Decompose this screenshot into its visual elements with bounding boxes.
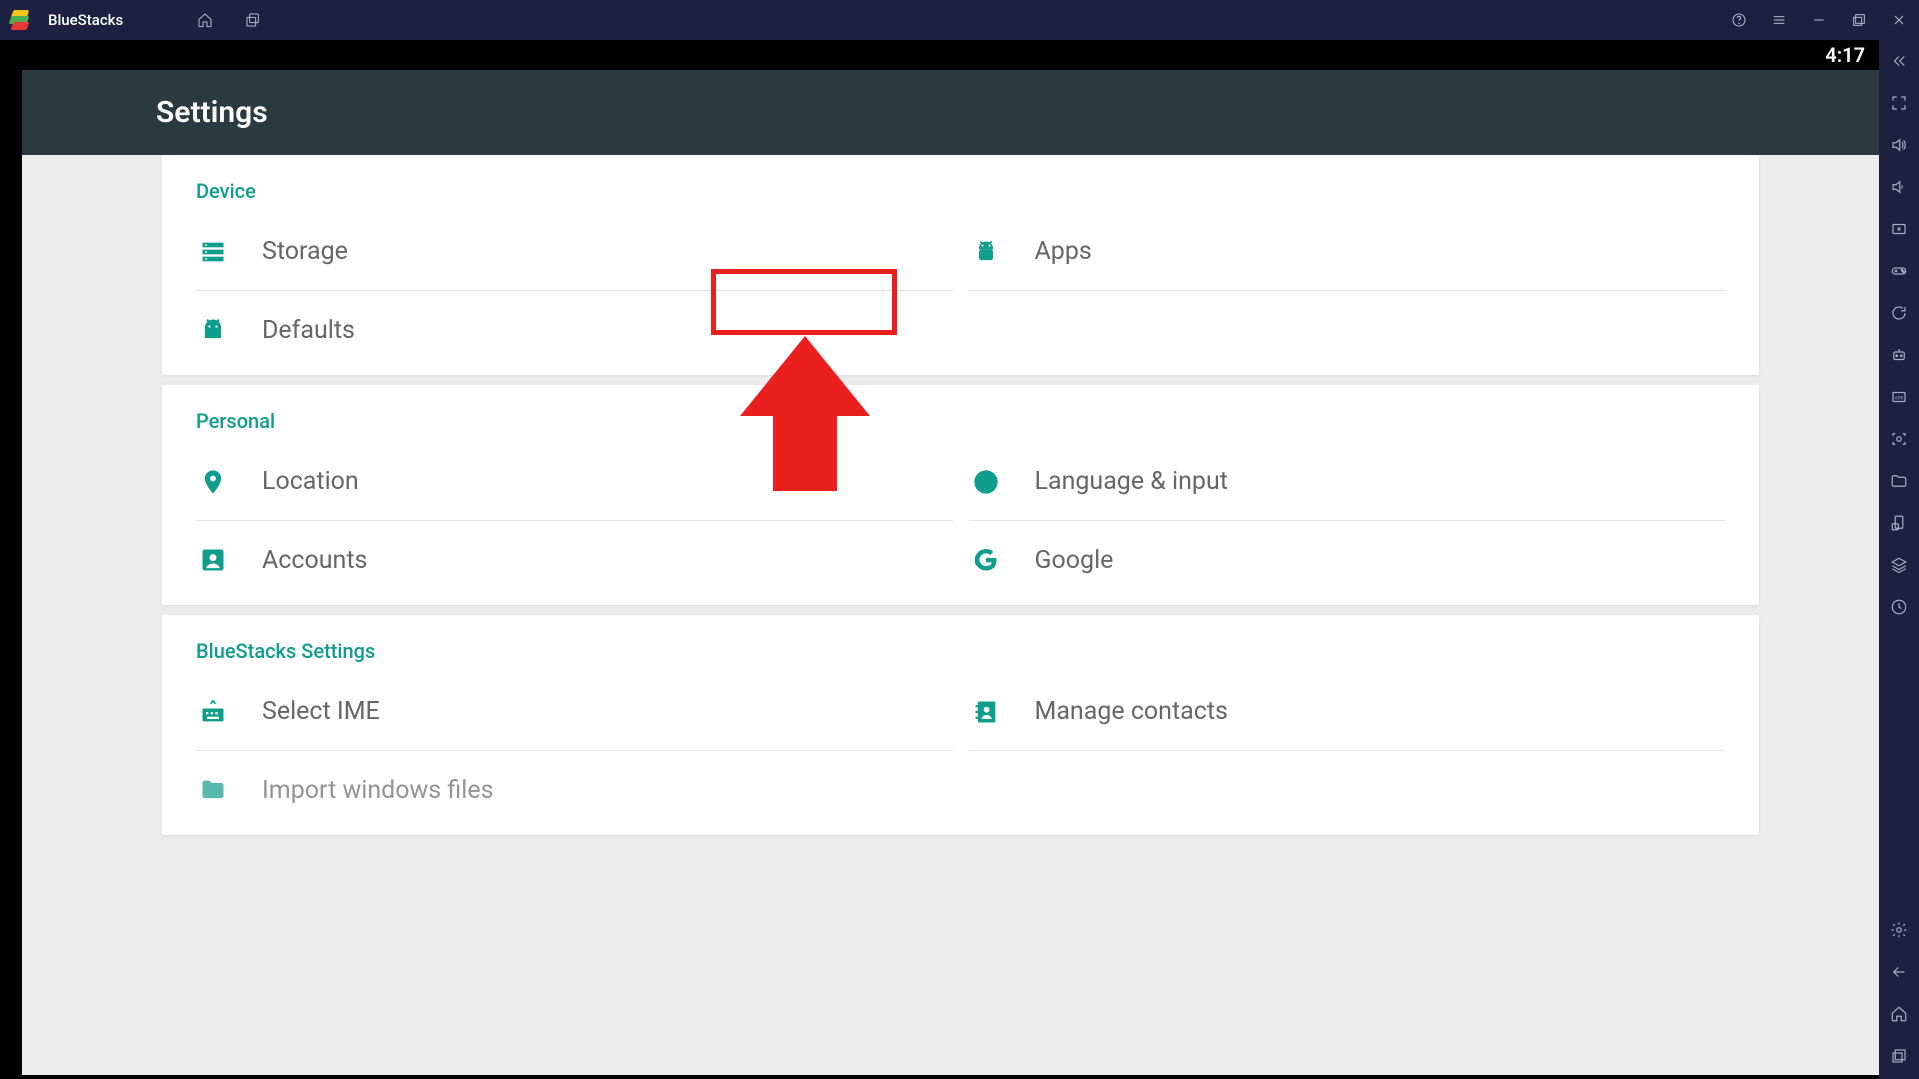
back-arrow-icon[interactable] <box>1888 961 1910 983</box>
svg-text:APK: APK <box>1895 395 1904 401</box>
setting-google-label: Google <box>1035 546 1114 575</box>
bluestacks-logo-icon <box>8 8 32 32</box>
page-title: Settings <box>156 95 268 130</box>
android-icon <box>971 237 1001 267</box>
setting-select-ime-label: Select IME <box>262 697 380 726</box>
keymap-icon[interactable] <box>1888 218 1910 240</box>
volume-up-icon[interactable] <box>1888 134 1910 156</box>
location-pin-icon <box>198 467 228 497</box>
setting-accounts-label: Accounts <box>262 546 367 575</box>
setting-google[interactable]: Google <box>969 521 1726 599</box>
setting-storage[interactable]: Storage <box>196 213 953 291</box>
android-status-bar: 4:17 <box>22 40 1879 70</box>
folder-open-icon[interactable] <box>1888 470 1910 492</box>
contacts-book-icon <box>971 697 1001 727</box>
titlebar-left: BlueStacks <box>8 8 263 32</box>
gamepad-icon[interactable] <box>1888 260 1910 282</box>
multi-window-icon[interactable] <box>243 10 263 30</box>
side-toolbar: APK <box>1879 40 1919 1079</box>
settings-body[interactable]: Device Storage Apps <box>22 155 1879 1075</box>
setting-manage-contacts-label: Manage contacts <box>1035 697 1228 726</box>
titlebar-right <box>1727 8 1911 32</box>
section-bluestacks: BlueStacks Settings Select IME <box>162 615 1759 835</box>
layers-icon[interactable] <box>1888 554 1910 576</box>
clock-icon[interactable] <box>1888 596 1910 618</box>
setting-accounts[interactable]: Accounts <box>196 521 953 599</box>
sync-icon[interactable] <box>1888 302 1910 324</box>
account-box-icon <box>198 545 228 575</box>
home-icon[interactable] <box>195 10 215 30</box>
close-icon[interactable] <box>1887 8 1911 32</box>
help-icon[interactable] <box>1727 8 1751 32</box>
keyboard-icon <box>198 697 228 727</box>
home-nav-icon[interactable] <box>1888 1003 1910 1025</box>
window-titlebar: BlueStacks <box>0 0 1919 40</box>
section-title-device: Device <box>196 179 1725 203</box>
android-viewport: 4:17 Settings Device Storage <box>0 40 1879 1079</box>
setting-language-label: Language & input <box>1035 467 1228 496</box>
minimize-icon[interactable] <box>1807 8 1831 32</box>
setting-location[interactable]: Location <box>196 443 953 521</box>
setting-import-files-label: Import windows files <box>262 776 494 805</box>
fullscreen-icon[interactable] <box>1888 92 1910 114</box>
chevron-left-double-icon[interactable] <box>1888 50 1910 72</box>
section-device: Device Storage Apps <box>162 155 1759 375</box>
google-icon <box>971 545 1001 575</box>
section-title-bluestacks: BlueStacks Settings <box>196 639 1725 663</box>
section-title-personal: Personal <box>196 409 1725 433</box>
setting-select-ime[interactable]: Select IME <box>196 673 953 751</box>
setting-manage-contacts[interactable]: Manage contacts <box>969 673 1726 751</box>
app-name: BlueStacks <box>48 11 123 29</box>
setting-storage-label: Storage <box>262 237 348 266</box>
recents-icon[interactable] <box>1888 1045 1910 1067</box>
apk-icon[interactable]: APK <box>1888 386 1910 408</box>
setting-import-files[interactable]: Import windows files <box>196 751 953 829</box>
settings-header: Settings <box>22 70 1879 155</box>
screenshot-icon[interactable] <box>1888 428 1910 450</box>
setting-apps-label: Apps <box>1035 237 1092 266</box>
section-personal: Personal Location Language & <box>162 385 1759 605</box>
menu-icon[interactable] <box>1767 8 1791 32</box>
device-icon[interactable] <box>1888 512 1910 534</box>
status-time: 4:17 <box>1825 43 1865 67</box>
setting-language[interactable]: Language & input <box>969 443 1726 521</box>
storage-icon <box>198 237 228 267</box>
maximize-icon[interactable] <box>1847 8 1871 32</box>
gear-icon[interactable] <box>1888 919 1910 941</box>
setting-defaults-label: Defaults <box>262 316 355 345</box>
folder-icon <box>198 775 228 805</box>
android-head-icon <box>198 315 228 345</box>
setting-apps[interactable]: Apps <box>969 213 1726 291</box>
setting-location-label: Location <box>262 467 359 496</box>
setting-defaults[interactable]: Defaults <box>196 291 953 369</box>
volume-down-icon[interactable] <box>1888 176 1910 198</box>
globe-icon <box>971 467 1001 497</box>
robot-icon[interactable] <box>1888 344 1910 366</box>
